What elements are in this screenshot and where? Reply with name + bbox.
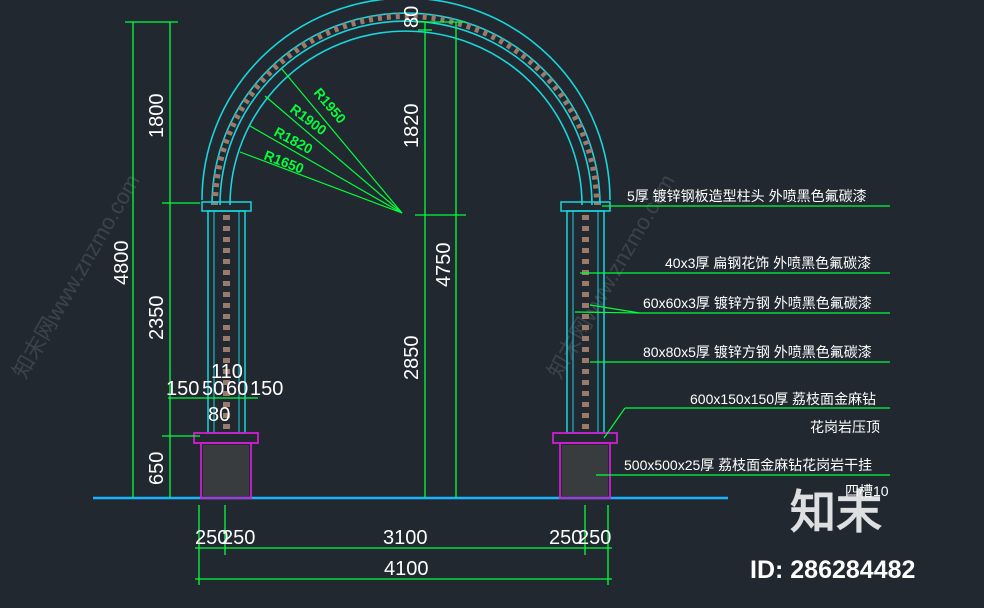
- note-flat-steel: 40x3厚 扁钢花饰 外喷黑色氟碳漆: [665, 255, 871, 271]
- dim-col-part-1: 150: [166, 378, 199, 400]
- dim-left-lower: 650: [146, 452, 168, 485]
- cad-drawing-canvas: 知末网www.znzmo.com 知末网www.znzmo.com 1800 2…: [0, 0, 984, 608]
- dim-right-lower: 2850: [401, 336, 423, 381]
- note-granite-coping-1: 600x150x150厚 荔枝面金麻钻: [690, 391, 876, 407]
- left-base-stone-texture: [203, 445, 249, 496]
- dim-col-part-3: 60: [226, 378, 248, 400]
- dim-left-upper: 1800: [146, 94, 168, 139]
- dim-arch-height: 1820: [401, 104, 423, 149]
- dim-col-part-4: 150: [250, 378, 283, 400]
- watermark-logo: 知末: [790, 486, 882, 538]
- dim-total-width: 4100: [384, 558, 429, 580]
- dim-bottom-2: 250: [222, 527, 255, 549]
- dim-overall-right: 4750: [433, 243, 455, 288]
- dim-bottom-3: 3100: [383, 527, 428, 549]
- watermark-id: ID: 286284482: [750, 556, 915, 584]
- note-column-capital: 5厚 镀锌钢板造型柱头 外喷黑色氟碳漆: [627, 188, 867, 204]
- dim-col-bottom: 80: [208, 404, 230, 426]
- dim-left-middle: 2350: [146, 296, 168, 341]
- dim-top-thickness: 80: [401, 6, 423, 28]
- note-square-tube-80: 80x80x5厚 镀锌方钢 外喷黑色氟碳漆: [643, 344, 872, 360]
- note-square-tube-60: 60x60x3厚 镀锌方钢 外喷黑色氟碳漆: [643, 295, 872, 311]
- dim-overall-left: 4800: [111, 241, 133, 286]
- note-granite-coping-2: 花岗岩压顶: [810, 419, 880, 435]
- right-base-stone-texture: [562, 445, 608, 496]
- dim-col-part-2: 50: [202, 378, 224, 400]
- note-granite-cladding: 500x500x25厚 荔枝面金麻钻花岗岩干挂: [624, 457, 872, 473]
- dim-bottom-5: 250: [578, 527, 611, 549]
